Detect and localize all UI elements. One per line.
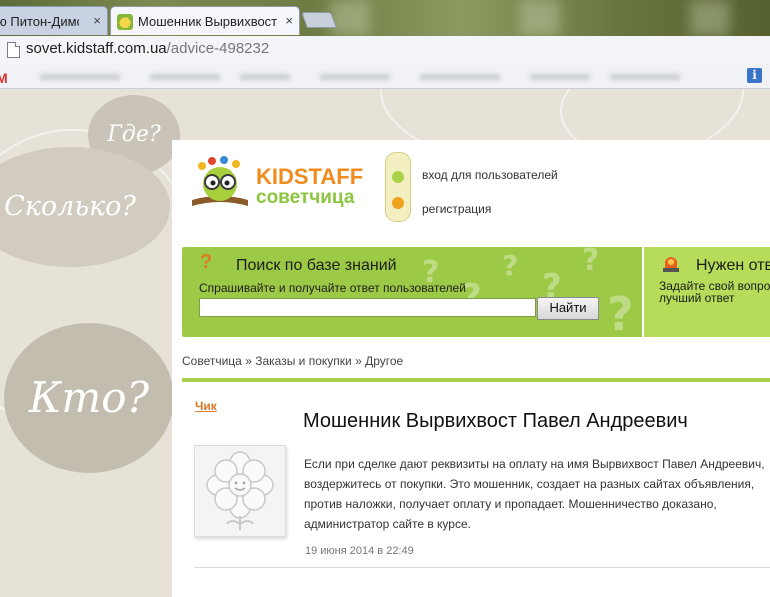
bookmark-item[interactable] [320, 74, 390, 80]
content-panel: KIDSTAFF советчица вход для пользователе… [172, 140, 770, 597]
breadcrumb-separator: » [355, 354, 362, 368]
search-panel: ? ? ? ? ? ? ? Поиск по базе знаний Спраш… [182, 247, 642, 337]
bookmark-item[interactable] [40, 74, 120, 80]
avatar[interactable] [194, 445, 286, 537]
gmail-icon[interactable]: M [0, 70, 8, 86]
register-link[interactable]: регистрация [422, 202, 491, 216]
tab-active[interactable]: Мошенник Вырвихвост П × [110, 6, 300, 35]
traffic-light-icon [385, 152, 411, 222]
urgent-panel: Нужен отв Задайте свой вопро лучший ответ [644, 247, 770, 337]
logo-icon: KIDSTAFF советчица [192, 156, 363, 208]
favicon-icon [117, 13, 133, 30]
divider [182, 378, 770, 382]
url-host: sovet.kidstaff.com.ua [26, 40, 167, 57]
breadcrumb-item[interactable]: Советчица [182, 354, 242, 368]
login-link[interactable]: вход для пользователей [422, 168, 558, 182]
bookmarks-bar: M i [0, 64, 770, 89]
search-subtitle: Спрашивайте и получайте ответ пользовате… [199, 281, 466, 295]
page-background: Где? Сколько? Кто? KIDSTAFF советчица вх… [0, 89, 770, 597]
new-tab-button[interactable] [301, 12, 337, 28]
bubble-who: Кто? [4, 323, 174, 473]
tab-inactive[interactable]: ю Питон-Димо × [0, 6, 108, 35]
logo-text-top: KIDSTAFF [256, 164, 363, 189]
bg-question-mark: ? [582, 247, 600, 278]
address-bar[interactable]: sovet.kidstaff.com.ua/advice-498232 [0, 36, 770, 65]
bookmark-item[interactable] [150, 74, 220, 80]
breadcrumb-separator: » [245, 354, 252, 368]
traffic-light-green [392, 171, 404, 183]
breadcrumb: Советчица » Заказы и покупки » Другое [182, 354, 403, 368]
bookmark-item[interactable] [240, 74, 290, 80]
urgent-subtitle-line2: лучший ответ [659, 291, 735, 305]
breadcrumb-item[interactable]: Другое [365, 354, 403, 368]
tabstrip-decor [330, 0, 370, 36]
search-button[interactable]: Найти [537, 297, 599, 320]
close-tab-icon[interactable]: × [93, 7, 101, 34]
author-link[interactable]: Чик [195, 399, 217, 413]
bookmark-item[interactable] [610, 74, 680, 80]
flower-avatar-icon [206, 451, 274, 530]
post-date: 19 июня 2014 в 22:49 [305, 545, 414, 557]
tabstrip-decor [520, 0, 560, 36]
siren-icon [663, 257, 679, 272]
bookmark-item[interactable] [420, 74, 500, 80]
question-title: Мошенник Вырвихвост Павел Андреевич [303, 410, 688, 432]
bg-question-mark: ? [502, 249, 519, 282]
page-icon [7, 42, 20, 58]
search-input[interactable] [199, 298, 536, 317]
tab-strip: ю Питон-Димо × Мошенник Вырвихвост П × [0, 0, 770, 36]
search-title: Поиск по базе знаний [236, 257, 397, 274]
breadcrumb-item[interactable]: Заказы и покупки [255, 354, 351, 368]
urgent-title: Нужен отв [696, 257, 770, 274]
tab-title: ю Питон-Димо [0, 14, 79, 30]
divider [194, 567, 770, 568]
traffic-light-orange [392, 197, 404, 209]
urgent-subtitle: Задайте свой вопро лучший ответ [659, 280, 770, 304]
tab-title: Мошенник Вырвихвост П [138, 14, 278, 30]
bg-question-mark: ? [607, 287, 634, 337]
tabstrip-decor [690, 0, 730, 36]
close-tab-icon[interactable]: × [285, 7, 293, 34]
info-icon[interactable]: i [747, 68, 762, 83]
logo-text-bottom: советчица [256, 187, 355, 208]
question-icon: ? [200, 251, 213, 273]
kidstaff-logo[interactable]: KIDSTAFF советчица [188, 154, 378, 210]
question-body: Если при сделке дают реквизиты на оплату… [304, 457, 765, 531]
url-path: /advice-498232 [166, 40, 270, 57]
bookmark-item[interactable] [530, 74, 590, 80]
url-text[interactable]: sovet.kidstaff.com.ua/advice-498232 [26, 40, 269, 57]
